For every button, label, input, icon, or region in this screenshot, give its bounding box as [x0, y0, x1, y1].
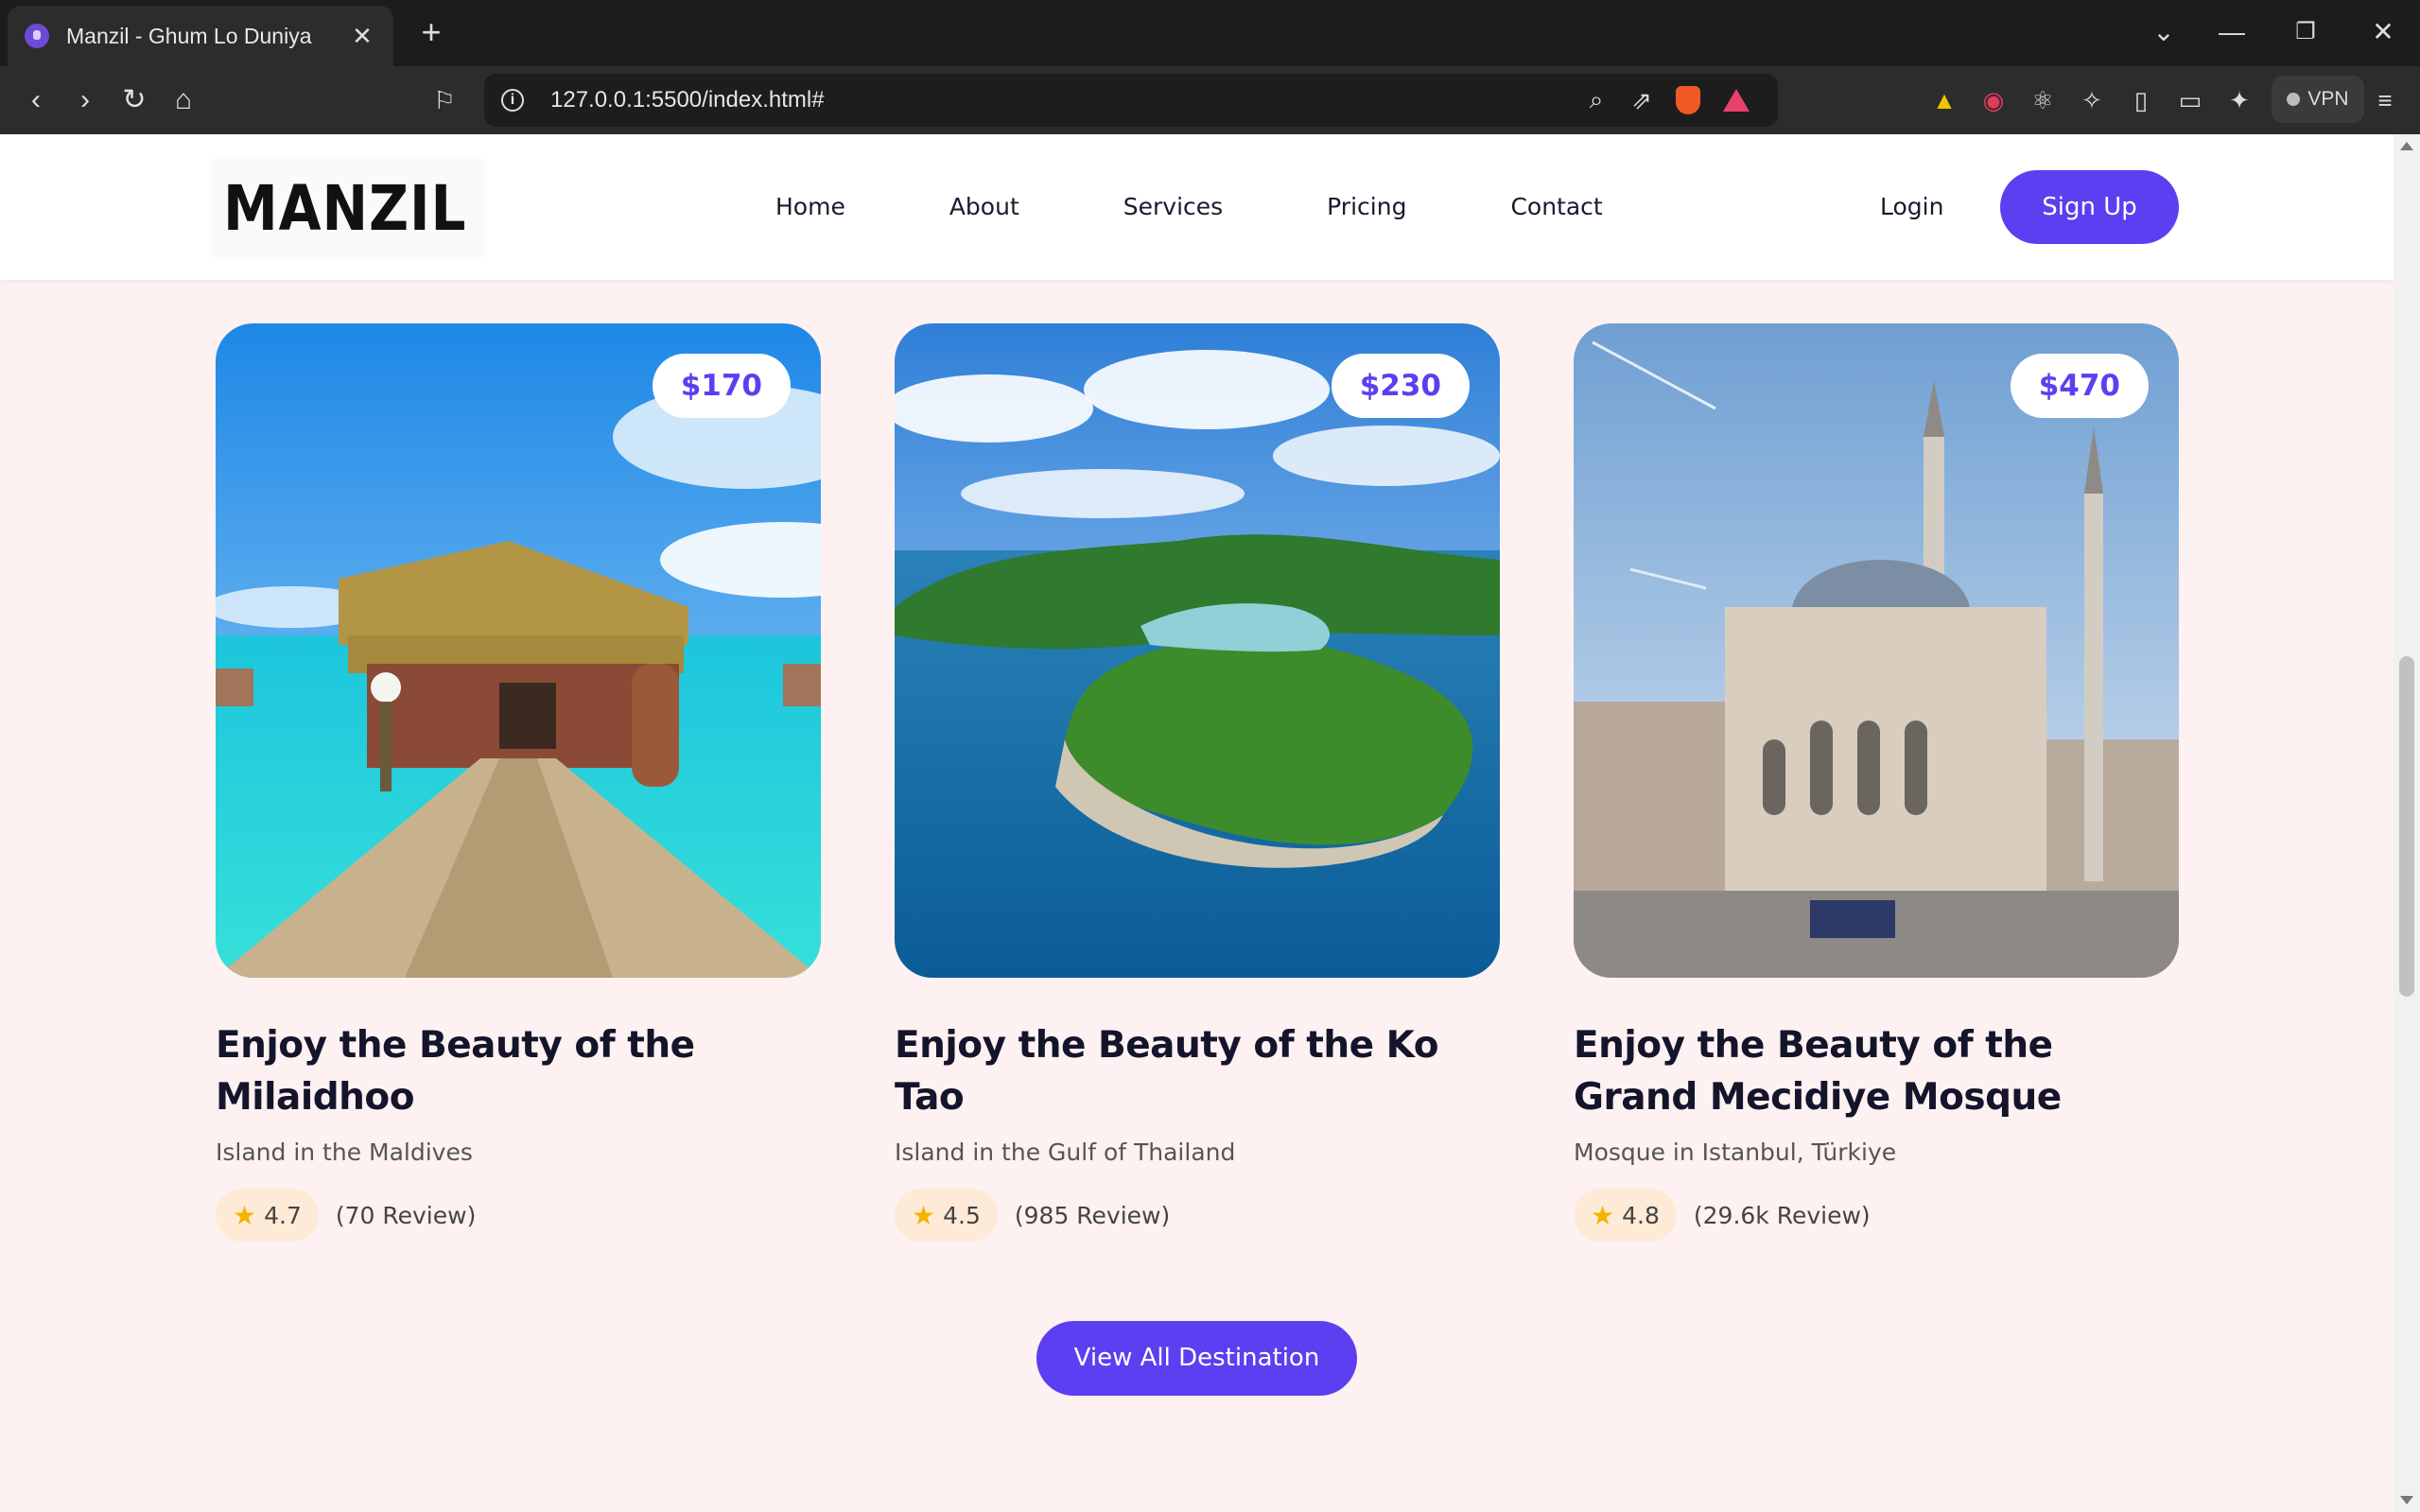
- site-info-icon[interactable]: i: [501, 89, 524, 112]
- web-page: MANZIL Home About Services Pricing Conta…: [0, 134, 2394, 1512]
- rating-value: 4.7: [264, 1201, 302, 1229]
- signup-button[interactable]: Sign Up: [2000, 170, 2179, 244]
- back-button[interactable]: ‹: [15, 79, 57, 121]
- rating-value: 4.8: [1622, 1201, 1660, 1229]
- logo-wordmark: MANZIL: [223, 171, 467, 245]
- browser-tab-active[interactable]: Manzil - Ghum Lo Duniya ✕: [8, 6, 393, 66]
- scroll-up-arrow-icon[interactable]: [2400, 142, 2413, 150]
- site-header: MANZIL Home About Services Pricing Conta…: [0, 134, 2394, 280]
- card-subtitle: Mosque in Istanbul, Türkiye: [1574, 1138, 1897, 1166]
- rating-badge: ★ 4.5: [895, 1189, 998, 1242]
- site-logo[interactable]: MANZIL: [212, 159, 484, 257]
- home-button[interactable]: ⌂: [163, 79, 204, 121]
- vpn-status-icon: [2287, 93, 2301, 106]
- card-subtitle: Island in the Gulf of Thailand: [895, 1138, 1236, 1166]
- address-bar-url[interactable]: 127.0.0.1:5500/index.html#: [550, 87, 1574, 113]
- forward-button[interactable]: ›: [64, 79, 106, 121]
- reload-button[interactable]: ↻: [113, 79, 155, 121]
- menu-icon[interactable]: ≡: [2364, 79, 2406, 121]
- destination-photo-maldives[interactable]: $170: [216, 323, 821, 978]
- extension-play-icon[interactable]: ◉: [1973, 79, 2014, 121]
- vpn-button[interactable]: VPN: [2272, 76, 2364, 123]
- destination-card[interactable]: $170 Enjoy the Beauty of the Milaidhoo I…: [216, 323, 821, 1242]
- scroll-down-arrow-icon[interactable]: [2400, 1496, 2413, 1504]
- extension-react-icon[interactable]: ⚛: [2022, 79, 2063, 121]
- destination-card[interactable]: $470 Enjoy the Beauty of the Grand Mecid…: [1574, 323, 2179, 1242]
- zoom-icon[interactable]: ⌕: [1574, 85, 1619, 115]
- nav-home-link[interactable]: Home: [775, 183, 845, 231]
- restore-window-button[interactable]: ❐: [2287, 13, 2324, 51]
- card-rating-row: ★ 4.5 (985 Review): [895, 1189, 1500, 1242]
- review-count: (29.6k Review): [1693, 1201, 1871, 1229]
- star-icon: ★: [1591, 1199, 1615, 1231]
- vpn-label: VPN: [2307, 88, 2349, 110]
- maldives-photo-illustration: [216, 323, 821, 978]
- brave-shields-icon[interactable]: [1676, 86, 1700, 114]
- share-icon[interactable]: ⇗: [1619, 86, 1664, 115]
- view-all-destinations-button[interactable]: View All Destination: [1036, 1321, 1357, 1396]
- card-title[interactable]: Enjoy the Beauty of the Ko Tao: [895, 1019, 1500, 1123]
- card-subtitle: Island in the Maldives: [216, 1138, 473, 1166]
- extensions-puzzle-icon[interactable]: ✧: [2071, 79, 2113, 121]
- minimize-window-button[interactable]: —: [2213, 13, 2251, 51]
- rating-value: 4.5: [943, 1201, 981, 1229]
- card-rating-row: ★ 4.8 (29.6k Review): [1574, 1189, 2179, 1242]
- ko-tao-photo-illustration: [895, 323, 1500, 978]
- wallet-icon[interactable]: ▭: [2169, 79, 2211, 121]
- review-count: (70 Review): [335, 1201, 477, 1229]
- mosque-photo-illustration: [1574, 323, 2179, 978]
- price-badge: $470: [2010, 354, 2149, 418]
- address-bar[interactable]: i 127.0.0.1:5500/index.html# ⌕ ⇗: [484, 74, 1778, 127]
- card-rating-row: ★ 4.7 (70 Review): [216, 1189, 821, 1242]
- review-count: (985 Review): [1014, 1201, 1171, 1229]
- login-link[interactable]: Login: [1880, 183, 1943, 231]
- leo-ai-icon[interactable]: ✦: [2219, 79, 2260, 121]
- tab-title: Manzil - Ghum Lo Duniya: [66, 23, 312, 48]
- destination-photo-ko-tao[interactable]: $230: [895, 323, 1500, 978]
- page-scrollbar[interactable]: [2394, 134, 2420, 1512]
- star-icon: ★: [233, 1199, 257, 1231]
- bookmark-icon[interactable]: ⚐: [424, 79, 465, 121]
- star-icon: ★: [912, 1199, 936, 1231]
- browser-toolbar: ‹ › ↻ ⌂ ⚐ i 127.0.0.1:5500/index.html# ⌕…: [0, 66, 2420, 134]
- rating-badge: ★ 4.7: [216, 1189, 319, 1242]
- destination-card[interactable]: $230 Enjoy the Beauty of the Ko Tao Isla…: [895, 323, 1500, 1242]
- rating-badge: ★ 4.8: [1574, 1189, 1677, 1242]
- nav-about-link[interactable]: About: [949, 183, 1019, 231]
- extension-a-icon[interactable]: ▲: [1924, 79, 1965, 121]
- tab-search-chevron-icon[interactable]: ⌄: [2145, 13, 2183, 51]
- nav-services-link[interactable]: Services: [1123, 183, 1223, 231]
- close-tab-icon[interactable]: ✕: [348, 22, 376, 51]
- card-title[interactable]: Enjoy the Beauty of the Milaidhoo: [216, 1019, 821, 1123]
- scrollbar-thumb[interactable]: [2399, 656, 2414, 997]
- price-badge: $230: [1331, 354, 1470, 418]
- destination-photo-mosque[interactable]: $470: [1574, 323, 2179, 978]
- new-tab-button[interactable]: +: [412, 13, 450, 51]
- card-title[interactable]: Enjoy the Beauty of the Grand Mecidiye M…: [1574, 1019, 2179, 1123]
- nav-contact-link[interactable]: Contact: [1510, 183, 1602, 231]
- close-window-button[interactable]: ✕: [2364, 13, 2402, 51]
- tab-favicon-icon: [25, 24, 49, 48]
- brave-rewards-icon[interactable]: [1723, 89, 1750, 112]
- nav-pricing-link[interactable]: Pricing: [1327, 183, 1406, 231]
- sidebar-toggle-icon[interactable]: ▯: [2120, 79, 2162, 121]
- main-nav: Home About Services Pricing Contact: [775, 183, 1707, 231]
- browser-tab-strip: Manzil - Ghum Lo Duniya ✕ + ⌄ — ❐ ✕: [0, 0, 2420, 66]
- price-badge: $170: [652, 354, 791, 418]
